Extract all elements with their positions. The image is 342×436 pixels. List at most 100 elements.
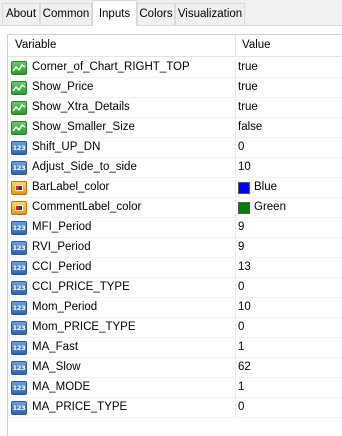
variable-name: BarLabel_color xyxy=(32,181,110,193)
number-123-icon: 123 xyxy=(11,241,27,255)
variable-value[interactable]: 0 xyxy=(238,321,244,333)
variable-name: CommentLabel_color xyxy=(32,201,142,213)
variable-value[interactable]: 9 xyxy=(238,221,244,233)
variable-name: Shift_UP_DN xyxy=(32,141,101,153)
color-swatch[interactable] xyxy=(238,182,250,194)
column-divider xyxy=(235,98,236,118)
tab-visualization-label: Visualization xyxy=(177,8,243,20)
tab-visualization[interactable]: Visualization xyxy=(175,3,245,25)
variable-name: Show_Smaller_Size xyxy=(32,121,135,133)
variable-value[interactable]: 9 xyxy=(238,241,244,253)
variable-value[interactable]: true xyxy=(238,101,258,113)
tab-inputs[interactable]: Inputs xyxy=(92,0,137,27)
variable-value[interactable]: 1 xyxy=(238,381,244,393)
variable-value[interactable]: Green xyxy=(254,201,286,213)
variable-value[interactable]: true xyxy=(238,81,258,93)
variable-value[interactable]: Blue xyxy=(254,181,277,193)
tab-bar: About Common Inputs Colors Visualization xyxy=(0,0,342,27)
variable-name: MA_Slow xyxy=(32,361,81,373)
grid-header: Variable Value xyxy=(8,35,341,57)
table-row[interactable]: 123 RVI_Period 9 xyxy=(8,238,341,258)
color-swatch[interactable] xyxy=(238,202,250,214)
number-123-icon: 123 xyxy=(11,281,27,295)
table-row[interactable]: Show_Xtra_Details true xyxy=(8,98,341,118)
table-row[interactable]: CommentLabel_color Green xyxy=(8,198,341,218)
column-divider xyxy=(235,58,236,78)
column-divider xyxy=(235,198,236,218)
boolean-chart-icon xyxy=(11,81,27,95)
variable-name: Mom_Period xyxy=(32,301,98,313)
variable-value[interactable]: true xyxy=(238,61,258,73)
table-row[interactable]: 123 CCI_Period 13 xyxy=(8,258,341,278)
tab-about[interactable]: About xyxy=(2,3,40,25)
variable-value[interactable]: 10 xyxy=(238,301,251,313)
number-123-icon: 123 xyxy=(11,221,27,235)
variable-name: Show_Xtra_Details xyxy=(32,101,130,113)
variable-name: Mom_PRICE_TYPE xyxy=(32,321,136,333)
number-123-icon: 123 xyxy=(11,161,27,175)
table-row[interactable]: Corner_of_Chart_RIGHT_TOP true xyxy=(8,58,341,78)
column-divider xyxy=(235,338,236,358)
inputs-grid: Variable Value Corner_of_Chart_RIGHT_TOP… xyxy=(7,34,341,436)
boolean-chart-icon xyxy=(11,121,27,135)
table-row[interactable]: BarLabel_color Blue xyxy=(8,178,341,198)
column-divider xyxy=(235,138,236,158)
variable-name: Corner_of_Chart_RIGHT_TOP xyxy=(32,61,190,73)
table-row[interactable]: Show_Smaller_Size false xyxy=(8,118,341,138)
table-row[interactable]: 123 MA_MODE 1 xyxy=(8,378,341,398)
variable-value[interactable]: 1 xyxy=(238,341,244,353)
number-123-icon: 123 xyxy=(11,301,27,315)
header-value[interactable]: Value xyxy=(242,39,271,51)
table-row[interactable]: 123 Adjust_Side_to_side 10 xyxy=(8,158,341,178)
variable-name: Show_Price xyxy=(32,81,94,93)
variable-name: CCI_PRICE_TYPE xyxy=(32,281,130,293)
table-row[interactable]: 123 MA_Slow 62 xyxy=(8,358,341,378)
variable-value[interactable]: 0 xyxy=(238,401,244,413)
column-divider xyxy=(235,358,236,378)
table-row[interactable]: 123 MA_PRICE_TYPE 0 xyxy=(8,398,341,418)
column-divider xyxy=(235,398,236,418)
color-palette-icon xyxy=(11,201,27,215)
tab-colors[interactable]: Colors xyxy=(137,3,175,25)
table-row[interactable]: 123 MFI_Period 9 xyxy=(8,218,341,238)
number-123-icon: 123 xyxy=(11,321,27,335)
table-row[interactable]: 123 Mom_PRICE_TYPE 0 xyxy=(8,318,341,338)
column-divider xyxy=(235,178,236,198)
row-divider xyxy=(8,417,341,418)
number-123-icon: 123 xyxy=(11,341,27,355)
variable-value[interactable]: 0 xyxy=(238,281,244,293)
variable-name: RVI_Period xyxy=(32,241,91,253)
table-row[interactable]: Show_Price true xyxy=(8,78,341,98)
column-divider xyxy=(235,118,236,138)
boolean-chart-icon xyxy=(11,61,27,75)
inputs-panel: Variable Value Corner_of_Chart_RIGHT_TOP… xyxy=(0,26,342,436)
variable-value[interactable]: false xyxy=(238,121,262,133)
column-divider xyxy=(235,378,236,398)
table-row[interactable]: 123 Mom_Period 10 xyxy=(8,298,341,318)
column-divider xyxy=(235,318,236,338)
table-row[interactable]: 123 Shift_UP_DN 0 xyxy=(8,138,341,158)
table-row[interactable]: 123 CCI_PRICE_TYPE 0 xyxy=(8,278,341,298)
column-divider xyxy=(235,238,236,258)
tab-about-label: About xyxy=(5,8,37,20)
variable-name: MA_MODE xyxy=(32,381,91,393)
header-separator[interactable] xyxy=(235,35,236,57)
tab-common-label: Common xyxy=(42,8,90,20)
number-123-icon: 123 xyxy=(11,381,27,395)
variable-value[interactable]: 13 xyxy=(238,261,251,273)
variable-value[interactable]: 62 xyxy=(238,361,251,373)
variable-value[interactable]: 0 xyxy=(238,141,244,153)
table-row[interactable]: 123 MA_Fast 1 xyxy=(8,338,341,358)
tab-common[interactable]: Common xyxy=(40,3,92,25)
header-variable[interactable]: Variable xyxy=(15,39,56,51)
number-123-icon: 123 xyxy=(11,401,27,415)
boolean-chart-icon xyxy=(11,101,27,115)
variable-name: CCI_Period xyxy=(32,261,92,273)
column-divider xyxy=(235,278,236,298)
number-123-icon: 123 xyxy=(11,141,27,155)
column-divider xyxy=(235,218,236,238)
variable-name: MFI_Period xyxy=(32,221,92,233)
variable-value[interactable]: 10 xyxy=(238,161,251,173)
number-123-icon: 123 xyxy=(11,361,27,375)
number-123-icon: 123 xyxy=(11,261,27,275)
